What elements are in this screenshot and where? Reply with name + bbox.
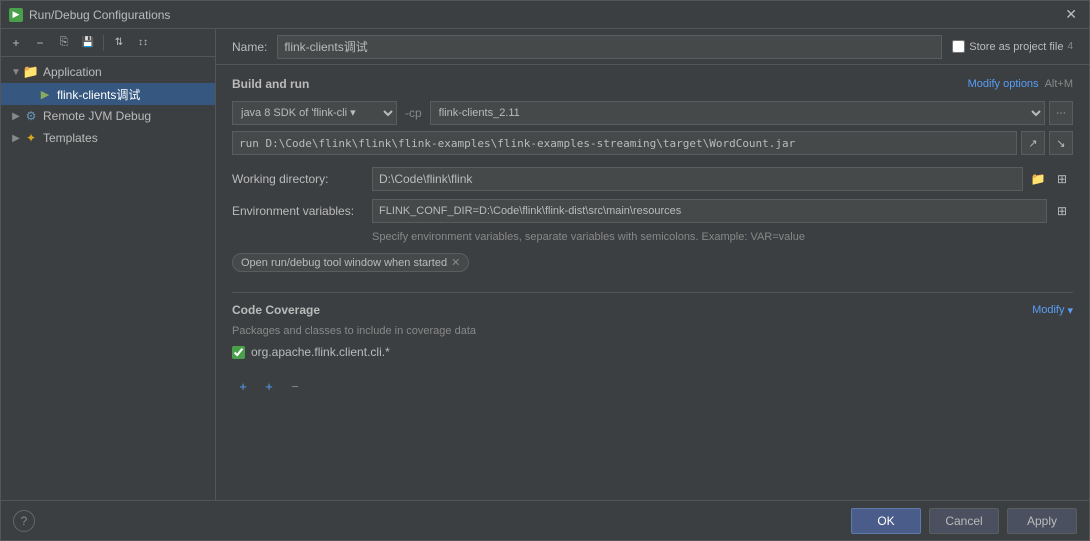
command-options-button[interactable]: ↘ [1049, 131, 1073, 155]
dash-sep: -cp [401, 106, 426, 120]
working-dir-label: Working directory: [232, 172, 372, 186]
remote-jvm-label: Remote JVM Debug [43, 109, 151, 123]
command-input[interactable] [232, 131, 1017, 155]
left-panel: + − ⎘ 💾 ⇅ ↕↕ ▼ 📁 Application ▶ [1, 29, 216, 500]
arrow-icon: ▼ [9, 67, 23, 78]
arrow-icon-templates: ▶ [9, 133, 23, 144]
apply-label: Apply [1027, 514, 1057, 528]
store-checkbox-area: Store as project file 4 [952, 40, 1073, 53]
code-coverage-header: Code Coverage Modify ▾ [232, 303, 1073, 317]
modify-options-label: Modify options [968, 78, 1039, 90]
right-panel: Name: Store as project file 4 Build and … [216, 29, 1089, 500]
tree-item-remote-jvm[interactable]: ▶ ⚙ Remote JVM Debug [1, 105, 215, 127]
env-vars-label: Environment variables: [232, 204, 372, 218]
store-checkbox[interactable] [952, 40, 965, 53]
run-debug-dialog: ▶ Run/Debug Configurations ✕ + − ⎘ 💾 ⇅ ↕… [0, 0, 1090, 541]
tree-item-flink-config[interactable]: ▶ flink-clients调试 [1, 83, 215, 105]
folder-icon: 📁 [23, 64, 39, 80]
tag-area: Open run/debug tool window when started … [232, 253, 1073, 282]
right-body: Build and run Modify options Alt+M java … [216, 65, 1089, 500]
code-coverage-title: Code Coverage [232, 303, 320, 317]
command-row: ↗ ↘ [232, 131, 1073, 155]
help-button[interactable]: ? [13, 510, 35, 532]
ok-label: OK [877, 514, 894, 528]
modify-options-button[interactable]: Modify options [968, 78, 1039, 90]
env-vars-row: Environment variables: ⊞ [232, 199, 1073, 223]
left-toolbar: + − ⎘ 💾 ⇅ ↕↕ [1, 29, 215, 57]
sort-button[interactable]: ⇅ [108, 32, 130, 54]
env-vars-actions: ⊞ [1051, 200, 1073, 222]
store-number: 4 [1067, 41, 1073, 52]
env-vars-expand-button[interactable]: ⊞ [1051, 200, 1073, 222]
env-hint: Specify environment variables, separate … [372, 231, 1073, 243]
arrows-button[interactable]: ↕↕ [132, 32, 154, 54]
toolbar-separator [103, 35, 104, 51]
working-dir-actions: 📁 ⊞ [1027, 168, 1073, 190]
help-icon: ? [21, 514, 28, 528]
footer-left: ? [13, 510, 35, 532]
coverage-remove-button[interactable]: − [284, 375, 306, 397]
close-button[interactable]: ✕ [1061, 6, 1081, 23]
footer: ? OK Cancel Apply [1, 500, 1089, 540]
build-row1: java 8 SDK of 'flink-cli ▾ -cp flink-cli… [232, 101, 1073, 125]
titlebar: ▶ Run/Debug Configurations ✕ [1, 1, 1089, 29]
expand-cp-button[interactable]: ⋯ [1049, 101, 1073, 125]
cancel-button[interactable]: Cancel [929, 508, 999, 534]
coverage-modify-label: Modify [1032, 304, 1064, 316]
coverage-add-folder-button[interactable]: + [258, 375, 280, 397]
arrow-icon-remote: ▶ [9, 111, 23, 122]
copy-config-button[interactable]: ⎘ [53, 32, 75, 54]
titlebar-title: Run/Debug Configurations [29, 8, 170, 22]
cancel-label: Cancel [945, 514, 982, 528]
divider [232, 292, 1073, 293]
coverage-modify-button[interactable]: Modify ▾ [1032, 304, 1073, 317]
build-run-section-header: Build and run Modify options Alt+M [232, 77, 1073, 91]
name-input[interactable] [277, 35, 942, 59]
working-dir-input[interactable] [372, 167, 1023, 191]
build-run-title: Build and run [232, 77, 309, 91]
application-label: Application [43, 65, 102, 79]
sdk-select[interactable]: java 8 SDK of 'flink-cli ▾ [232, 101, 397, 125]
modify-shortcut: Alt+M [1045, 78, 1073, 90]
right-header: Name: Store as project file 4 [216, 29, 1089, 65]
env-vars-input[interactable] [372, 199, 1047, 223]
cp-select[interactable]: flink-clients_2.11 [430, 101, 1045, 125]
titlebar-left: ▶ Run/Debug Configurations [9, 8, 170, 22]
working-dir-browse-button[interactable]: 📁 [1027, 168, 1049, 190]
store-label: Store as project file [969, 41, 1063, 53]
coverage-chevron: ▾ [1067, 304, 1073, 317]
open-run-debug-tag: Open run/debug tool window when started … [232, 253, 469, 272]
tree-item-application[interactable]: ▼ 📁 Application [1, 61, 215, 83]
coverage-desc: Packages and classes to include in cover… [232, 325, 1073, 337]
coverage-bottom-toolbar: + + − [232, 371, 1073, 401]
tree-item-templates[interactable]: ▶ ✦ Templates [1, 127, 215, 149]
coverage-add-button[interactable]: + [232, 375, 254, 397]
coverage-checkbox[interactable] [232, 346, 245, 359]
templates-icon: ✦ [23, 130, 39, 146]
tree-view: ▼ 📁 Application ▶ flink-clients调试 ▶ ⚙ Re… [1, 57, 215, 500]
ok-button[interactable]: OK [851, 508, 921, 534]
add-config-button[interactable]: + [5, 32, 27, 54]
run-config-icon: ▶ [37, 86, 53, 102]
main-content: + − ⎘ 💾 ⇅ ↕↕ ▼ 📁 Application ▶ [1, 29, 1089, 500]
coverage-checkbox-label: org.apache.flink.client.cli.* [251, 345, 390, 359]
working-dir-expand-button[interactable]: ⊞ [1051, 168, 1073, 190]
footer-right: OK Cancel Apply [851, 508, 1077, 534]
working-directory-row: Working directory: 📁 ⊞ [232, 167, 1073, 191]
apply-button[interactable]: Apply [1007, 508, 1077, 534]
templates-label: Templates [43, 131, 98, 145]
name-label: Name: [232, 40, 267, 54]
modify-options-area: Modify options Alt+M [968, 78, 1073, 90]
tag-close-button[interactable]: ✕ [451, 256, 460, 269]
remove-config-button[interactable]: − [29, 32, 51, 54]
remote-jvm-icon: ⚙ [23, 108, 39, 124]
flink-config-label: flink-clients调试 [57, 86, 140, 103]
expand-command-button[interactable]: ↗ [1021, 131, 1045, 155]
save-config-button[interactable]: 💾 [77, 32, 99, 54]
coverage-checkbox-row: org.apache.flink.client.cli.* [232, 345, 1073, 359]
dialog-icon: ▶ [9, 8, 23, 22]
open-run-debug-label: Open run/debug tool window when started [241, 257, 447, 269]
